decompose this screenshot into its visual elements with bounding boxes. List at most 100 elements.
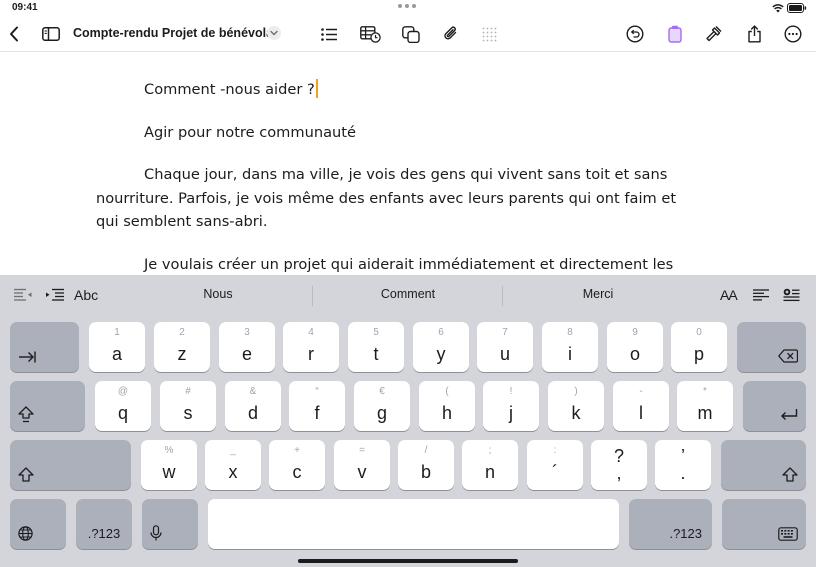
share-button[interactable] <box>743 16 765 52</box>
return-key[interactable] <box>743 381 806 431</box>
suggestion-divider <box>312 286 313 306</box>
key-m[interactable]: * m <box>677 381 733 431</box>
tab-arrow-icon <box>19 351 36 363</box>
tab-key[interactable] <box>10 322 79 372</box>
insert-list-icon[interactable] <box>783 288 800 302</box>
key-c[interactable]: + c <box>269 440 325 490</box>
key-p[interactable]: 0p <box>671 322 727 372</box>
doc-line-3: Chaque jour, dans ma ville, je vois des … <box>144 166 668 183</box>
doc-paragraph[interactable]: Agir pour notre communauté <box>96 121 736 145</box>
hide-keyboard-key[interactable] <box>722 499 806 549</box>
caps-lock-key[interactable] <box>10 381 85 431</box>
doc-paragraph[interactable]: Comment -nous aider ? <box>96 78 736 102</box>
globe-key[interactable] <box>10 499 66 549</box>
key-j[interactable]: ! j <box>483 381 539 431</box>
dictation-key[interactable] <box>142 499 198 549</box>
text-style-button[interactable]: Abc <box>74 287 98 303</box>
globe-icon <box>18 526 33 541</box>
key-question-comma[interactable]: ? , <box>591 440 647 490</box>
shapes-icon <box>402 25 420 43</box>
format-button[interactable] <box>664 16 686 52</box>
key-h[interactable]: (h <box>419 381 475 431</box>
status-time: 09:41 <box>12 2 38 13</box>
key-w[interactable]: % w <box>141 440 197 490</box>
key-u[interactable]: 7u <box>477 322 533 372</box>
paperclip-icon <box>444 26 457 40</box>
key-b[interactable]: / b <box>398 440 454 490</box>
attachment-button[interactable] <box>440 16 462 52</box>
ellipsis-circle-icon <box>784 25 802 43</box>
undo-icon <box>626 25 644 43</box>
indent-icon[interactable] <box>45 288 65 301</box>
key-t[interactable]: 5t <box>348 322 404 372</box>
hammer-icon <box>706 26 722 42</box>
suggestion-bar: Abc Nous Comment Merci AA <box>0 275 816 315</box>
key-y[interactable]: 6y <box>413 322 469 372</box>
insert-table-button[interactable] <box>358 16 382 52</box>
doc-paragraph[interactable]: Je voulais créer un projet qui aiderait … <box>96 253 736 275</box>
sidebar-toggle-button[interactable] <box>40 16 62 52</box>
key-v[interactable]: = v <box>334 440 390 490</box>
doc-line-1: Comment -nous aider ? <box>144 81 315 98</box>
doc-line-4: nourriture. Parfois, je vois même des en… <box>96 189 677 207</box>
insert-shape-button[interactable] <box>400 16 422 52</box>
key-k[interactable]: ) k <box>548 381 604 431</box>
tools-button[interactable] <box>703 16 725 52</box>
delete-backspace-icon <box>778 349 798 363</box>
key-r[interactable]: 4r <box>283 322 339 372</box>
title-menu-button[interactable] <box>267 26 281 40</box>
numbers-right-key[interactable]: .?123 <box>629 499 712 549</box>
align-left-icon[interactable] <box>753 289 769 301</box>
doc-line-2: Agir pour notre communauté <box>144 124 356 141</box>
wifi-icon <box>772 4 784 13</box>
suggestion-2[interactable]: Comment <box>340 287 476 301</box>
font-size-button[interactable]: AA <box>720 287 738 303</box>
key-g[interactable]: € g <box>354 381 410 431</box>
bullet-list-icon <box>320 27 337 41</box>
key-z[interactable]: 2z <box>154 322 210 372</box>
doc-line-5: qui semblent sans-abri. <box>96 213 268 230</box>
undo-button[interactable] <box>624 16 646 52</box>
text-cursor <box>315 79 318 98</box>
document-title[interactable]: Compte-rendu Projet de bénévolat <box>73 26 277 40</box>
keyboard: Abc Nous Comment Merci AA 1a 2z 3e 4r 5t… <box>0 275 816 567</box>
key-apostrophe-period[interactable]: ’ . <box>655 440 711 490</box>
doc-paragraph[interactable]: Chaque jour, dans ma ville, je vois des … <box>96 163 736 187</box>
paintbrush-format-icon <box>668 25 682 43</box>
shift-right-key[interactable] <box>721 440 806 490</box>
home-indicator[interactable] <box>298 559 518 563</box>
suggestion-1[interactable]: Nous <box>150 287 286 301</box>
return-icon <box>781 409 798 420</box>
key-l[interactable]: -l <box>613 381 669 431</box>
doc-paragraph[interactable]: nourriture. Parfois, je vois même des en… <box>96 187 736 211</box>
doc-paragraph[interactable]: qui semblent sans-abri. <box>96 210 736 234</box>
key-x[interactable]: _ x <box>205 440 261 490</box>
multitasking-dots-icon[interactable] <box>398 4 418 10</box>
key-q[interactable]: @ q <box>95 381 151 431</box>
suggestion-3[interactable]: Merci <box>530 287 666 301</box>
key-s[interactable]: # s <box>160 381 216 431</box>
shift-left-key[interactable] <box>10 440 131 490</box>
outdent-icon[interactable] <box>13 288 33 301</box>
dotted-grid-icon <box>482 27 496 41</box>
key-i[interactable]: 8i <box>542 322 598 372</box>
microphone-icon <box>150 525 162 541</box>
grid-button[interactable] <box>478 16 500 52</box>
key-e[interactable]: 3e <box>219 322 275 372</box>
document-body[interactable]: Comment -nous aider ? Agir pour notre co… <box>0 53 816 275</box>
table-clock-icon <box>359 26 381 43</box>
doc-line-6: Je voulais créer un projet qui aiderait … <box>144 256 674 273</box>
space-key[interactable] <box>208 499 619 549</box>
more-button[interactable] <box>782 16 804 52</box>
key-d[interactable]: & d <box>225 381 281 431</box>
list-button[interactable] <box>318 16 340 52</box>
key-o[interactable]: 9o <box>607 322 663 372</box>
numbers-left-key[interactable]: .?123 <box>76 499 132 549</box>
key-acute-accent[interactable]: : ´ <box>527 440 583 490</box>
key-n[interactable]: ; n <box>462 440 518 490</box>
back-button[interactable] <box>4 16 24 52</box>
key-a[interactable]: 1a <box>89 322 145 372</box>
battery-icon <box>787 3 807 13</box>
delete-key[interactable] <box>737 322 806 372</box>
key-f[interactable]: “f <box>289 381 345 431</box>
